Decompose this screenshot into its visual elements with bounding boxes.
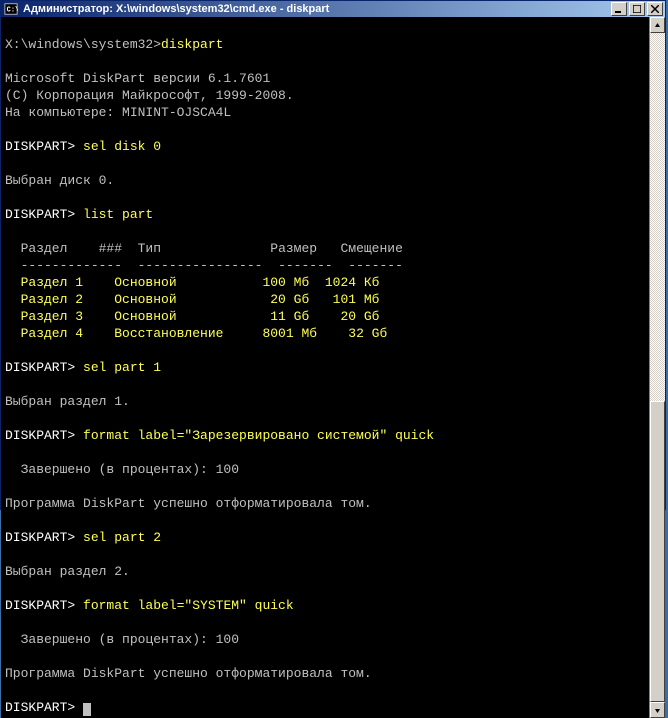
scroll-down-button[interactable]	[650, 702, 665, 718]
table-row: Раздел 4 Восстановление 8001 Мб 32 Gб	[5, 326, 387, 341]
diskpart-prompt: DISKPART>	[5, 207, 83, 222]
diskpart-prompt: DISKPART>	[5, 428, 83, 443]
command-format1: format label="Зарезервировано системой" …	[83, 428, 434, 443]
command-sel-disk: sel disk 0	[83, 139, 161, 154]
shell-prompt: X:\windows\system32>	[5, 37, 161, 52]
close-button[interactable]	[647, 2, 663, 16]
diskpart-copyright: (C) Корпорация Майкрософт, 1999-2008.	[5, 88, 294, 103]
msg-format-ok2: Программа DiskPart успешно отформатирова…	[5, 666, 372, 681]
command-list-part: list part	[83, 207, 153, 222]
table-row: Раздел 1 Основной 100 Мб 1024 Кб	[5, 275, 379, 290]
diskpart-prompt: DISKPART>	[5, 598, 83, 613]
maximize-button[interactable]	[629, 2, 645, 16]
svg-text:C:\: C:\	[7, 7, 18, 15]
diskpart-prompt: DISKPART>	[5, 360, 83, 375]
console-output[interactable]: X:\windows\system32>diskpart Microsoft D…	[1, 17, 649, 718]
text-cursor	[83, 703, 91, 716]
minimize-button[interactable]	[611, 2, 627, 16]
table-divider: ------------- ---------------- ------- -…	[5, 258, 403, 273]
diskpart-computer: На компьютере: MININT-OJSCA4L	[5, 105, 231, 120]
window-controls	[611, 2, 663, 16]
diskpart-version: Microsoft DiskPart версии 6.1.7601	[5, 71, 270, 86]
window-title: Администратор: X:\windows\system32\cmd.e…	[23, 3, 611, 15]
diskpart-prompt: DISKPART>	[5, 700, 83, 715]
scroll-up-button[interactable]	[650, 17, 665, 33]
scroll-track[interactable]	[650, 33, 665, 702]
vertical-scrollbar[interactable]	[649, 17, 665, 718]
msg-part1-selected: Выбран раздел 1.	[5, 394, 130, 409]
table-header: Раздел ### Тип Размер Смещение	[5, 241, 403, 256]
diskpart-prompt: DISKPART>	[5, 139, 83, 154]
command-sel-part1: sel part 1	[83, 360, 161, 375]
cmd-icon: C:\	[3, 1, 19, 17]
msg-format-ok1: Программа DiskPart успешно отформатирова…	[5, 496, 372, 511]
scroll-thumb[interactable]	[650, 401, 665, 702]
titlebar[interactable]: C:\ Администратор: X:\windows\system32\c…	[1, 1, 665, 17]
msg-progress1: Завершено (в процентах): 100	[5, 462, 239, 477]
msg-part2-selected: Выбран раздел 2.	[5, 564, 130, 579]
diskpart-prompt: DISKPART>	[5, 530, 83, 545]
msg-disk-selected: Выбран диск 0.	[5, 173, 114, 188]
cmd-window: C:\ Администратор: X:\windows\system32\c…	[0, 0, 666, 510]
command-sel-part2: sel part 2	[83, 530, 161, 545]
table-row: Раздел 2 Основной 20 Gб 101 Мб	[5, 292, 379, 307]
command-format2: format label="SYSTEM" quick	[83, 598, 294, 613]
table-row: Раздел 3 Основной 11 Gб 20 Gб	[5, 309, 379, 324]
msg-progress2: Завершено (в процентах): 100	[5, 632, 239, 647]
command-diskpart: diskpart	[161, 37, 223, 52]
